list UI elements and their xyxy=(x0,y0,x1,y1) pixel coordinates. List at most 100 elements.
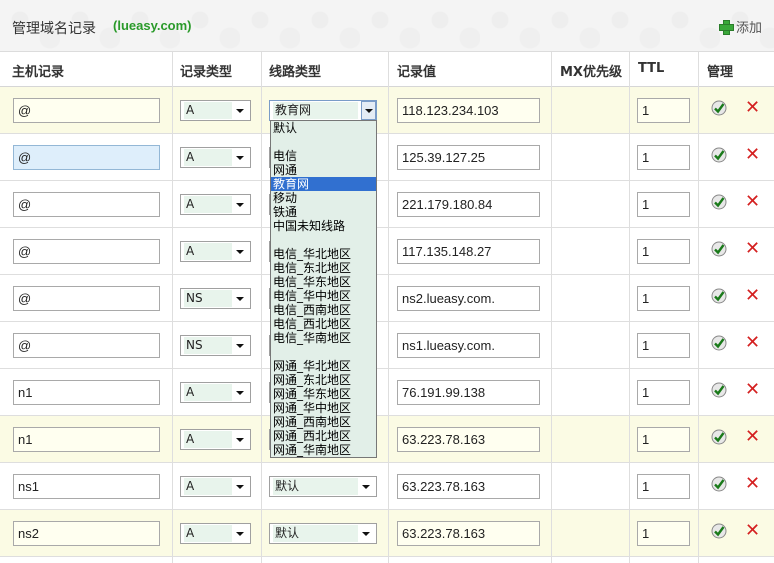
check-icon[interactable] xyxy=(711,476,727,492)
check-icon[interactable] xyxy=(711,194,727,210)
line-option[interactable]: 网通 xyxy=(271,163,376,177)
record-type-select[interactable]: A xyxy=(180,100,251,121)
record-type-select[interactable]: A xyxy=(180,476,251,497)
ttl-input[interactable]: 1 xyxy=(637,521,690,546)
host-input[interactable]: n1 xyxy=(13,380,160,405)
line-option[interactable]: 电信_华中地区 xyxy=(271,289,376,303)
check-icon[interactable] xyxy=(711,147,727,163)
close-icon[interactable]: ✕ xyxy=(745,428,760,446)
check-icon[interactable] xyxy=(711,429,727,445)
line-option[interactable]: 电信_西北地区 xyxy=(271,317,376,331)
record-type-select[interactable]: NS xyxy=(180,288,251,309)
check-icon[interactable] xyxy=(711,241,727,257)
record-value-input[interactable]: 118.123.234.103 xyxy=(397,98,540,123)
line-option[interactable]: 移动 xyxy=(271,191,376,205)
host-input[interactable]: ns1 xyxy=(13,474,160,499)
check-icon[interactable] xyxy=(711,335,727,351)
line-option[interactable]: 电信_华东地区 xyxy=(271,275,376,289)
column-header-value: 记录值 xyxy=(397,65,437,80)
ttl-input[interactable]: 1 xyxy=(637,286,690,311)
record-type-select[interactable]: NS xyxy=(180,335,251,356)
record-type-select[interactable]: A xyxy=(180,241,251,262)
column-header-type: 记录类型 xyxy=(180,65,233,80)
record-value-input[interactable]: 76.191.99.138 xyxy=(397,380,540,405)
record-value-input[interactable]: 63.223.78.163 xyxy=(397,521,540,546)
close-icon[interactable]: ✕ xyxy=(745,287,760,305)
ttl-input[interactable]: 1 xyxy=(637,239,690,264)
record-value-input[interactable]: 221.179.180.84 xyxy=(397,192,540,217)
line-option[interactable]: 中国未知线路 xyxy=(271,219,376,233)
check-icon[interactable] xyxy=(711,523,727,539)
record-type-select[interactable]: A xyxy=(180,429,251,450)
ttl-input[interactable]: 1 xyxy=(637,192,690,217)
line-type-value: 默认 xyxy=(273,478,358,495)
line-option[interactable] xyxy=(271,345,376,359)
host-input[interactable]: @ xyxy=(13,98,160,123)
table-row: @ A 221.179.180.84 1 ✕ xyxy=(0,181,774,228)
line-type-select[interactable]: 教育网 xyxy=(269,100,377,121)
ttl-input[interactable]: 1 xyxy=(637,427,690,452)
record-value-input[interactable]: 125.39.127.25 xyxy=(397,145,540,170)
line-option[interactable]: 网通_华南地区 xyxy=(271,443,376,457)
check-icon[interactable] xyxy=(711,100,727,116)
line-option[interactable]: 网通_东北地区 xyxy=(271,373,376,387)
host-input[interactable]: n1 xyxy=(13,427,160,452)
host-input[interactable]: @ xyxy=(13,239,160,264)
close-icon[interactable]: ✕ xyxy=(745,522,760,540)
add-record-button[interactable]: 添加 xyxy=(718,17,762,36)
host-input[interactable]: @ xyxy=(13,145,160,170)
line-option[interactable]: 电信_华北地区 xyxy=(271,247,376,261)
ttl-input[interactable]: 1 xyxy=(637,474,690,499)
line-type-dropdown-list[interactable]: 默认电信 网通 教育网 移动 铁通 中国未知线路 电信_华北地区 电信_东北地区 电信_华东地区… xyxy=(270,120,377,458)
table-row: @ NS ns1.lueasy.com. 1 ✕ xyxy=(0,322,774,369)
record-type-value: A xyxy=(184,243,232,260)
host-input[interactable]: @ xyxy=(13,333,160,358)
ttl-input[interactable]: 1 xyxy=(637,380,690,405)
column-header-ttl: TTL xyxy=(638,61,665,76)
record-type-select[interactable]: A xyxy=(180,382,251,403)
line-option[interactable]: 网通_华中地区 xyxy=(271,401,376,415)
check-icon[interactable] xyxy=(711,382,727,398)
host-input[interactable]: @ xyxy=(13,192,160,217)
close-icon[interactable]: ✕ xyxy=(745,240,760,258)
record-type-select[interactable]: A xyxy=(180,147,251,168)
close-icon[interactable]: ✕ xyxy=(745,381,760,399)
line-option[interactable]: 电信 xyxy=(271,149,376,163)
table-row: @ A 125.39.127.25 1 ✕ xyxy=(0,134,774,181)
line-option[interactable]: 电信_华南地区 xyxy=(271,331,376,345)
record-value-input[interactable]: ns1.lueasy.com. xyxy=(397,333,540,358)
table-header: 主机记录 记录类型 线路类型 记录值 MX优先级 TTL 管理 xyxy=(0,52,774,87)
ttl-input[interactable]: 1 xyxy=(637,145,690,170)
host-input[interactable]: @ xyxy=(13,286,160,311)
line-option[interactable]: 电信_东北地区 xyxy=(271,261,376,275)
ttl-input[interactable]: 1 xyxy=(637,333,690,358)
line-option[interactable]: 教育网 xyxy=(271,177,376,191)
record-type-select[interactable]: A xyxy=(180,523,251,544)
table-row: @ NS ns2.lueasy.com. 1 ✕ xyxy=(0,275,774,322)
line-type-select[interactable]: 默认 xyxy=(269,476,377,497)
line-option[interactable]: 默认 xyxy=(271,121,376,135)
close-icon[interactable]: ✕ xyxy=(745,334,760,352)
close-icon[interactable]: ✕ xyxy=(745,193,760,211)
check-icon[interactable] xyxy=(711,288,727,304)
ttl-input[interactable]: 1 xyxy=(637,98,690,123)
close-icon[interactable]: ✕ xyxy=(745,146,760,164)
page-title: 管理域名记录 xyxy=(12,21,96,37)
record-value-input[interactable]: ns2.lueasy.com. xyxy=(397,286,540,311)
record-value-input[interactable]: 63.223.78.163 xyxy=(397,474,540,499)
line-option[interactable] xyxy=(271,233,376,247)
record-value-input[interactable]: 63.223.78.163 xyxy=(397,427,540,452)
line-option[interactable]: 网通_华东地区 xyxy=(271,387,376,401)
line-option[interactable]: 网通_西南地区 xyxy=(271,415,376,429)
line-option[interactable]: 铁通 xyxy=(271,205,376,219)
record-value-input[interactable]: 117.135.148.27 xyxy=(397,239,540,264)
record-type-select[interactable]: A xyxy=(180,194,251,215)
close-icon[interactable]: ✕ xyxy=(745,475,760,493)
line-option[interactable]: 电信_西南地区 xyxy=(271,303,376,317)
close-icon[interactable]: ✕ xyxy=(745,99,760,117)
line-option[interactable]: 网通_华北地区 xyxy=(271,359,376,373)
line-type-select[interactable]: 默认 xyxy=(269,523,377,544)
line-option[interactable]: 网通_西北地区 xyxy=(271,429,376,443)
host-input[interactable]: ns2 xyxy=(13,521,160,546)
line-option[interactable] xyxy=(271,135,376,149)
